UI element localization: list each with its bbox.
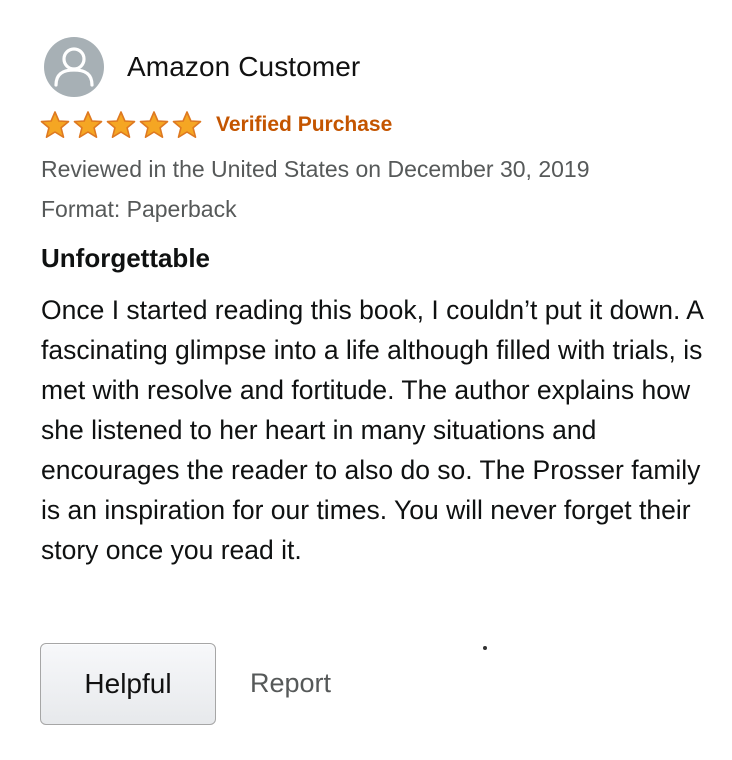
helpful-button[interactable]: Helpful xyxy=(40,643,216,725)
review-title: Unforgettable xyxy=(41,243,210,273)
reviewer-profile[interactable]: Amazon Customer xyxy=(44,37,360,97)
star-rating[interactable] xyxy=(39,110,204,140)
star-icon xyxy=(73,111,103,139)
user-avatar-icon xyxy=(44,37,104,97)
review-card: Amazon Customer Verified Purchase Review… xyxy=(0,0,732,760)
review-body: Once I started reading this book, I coul… xyxy=(41,295,703,565)
review-date: Reviewed in the United States on Decembe… xyxy=(41,156,590,182)
rating-row: Verified Purchase xyxy=(39,108,392,142)
star-icon xyxy=(172,111,202,139)
star-icon xyxy=(139,111,169,139)
report-link[interactable]: Report xyxy=(250,668,331,699)
star-icon xyxy=(106,111,136,139)
review-format: Format: Paperback xyxy=(41,196,237,222)
verified-purchase-badge: Verified Purchase xyxy=(216,113,393,136)
star-icon xyxy=(40,111,70,139)
reviewer-name: Amazon Customer xyxy=(127,51,361,82)
dot-separator xyxy=(483,646,487,650)
